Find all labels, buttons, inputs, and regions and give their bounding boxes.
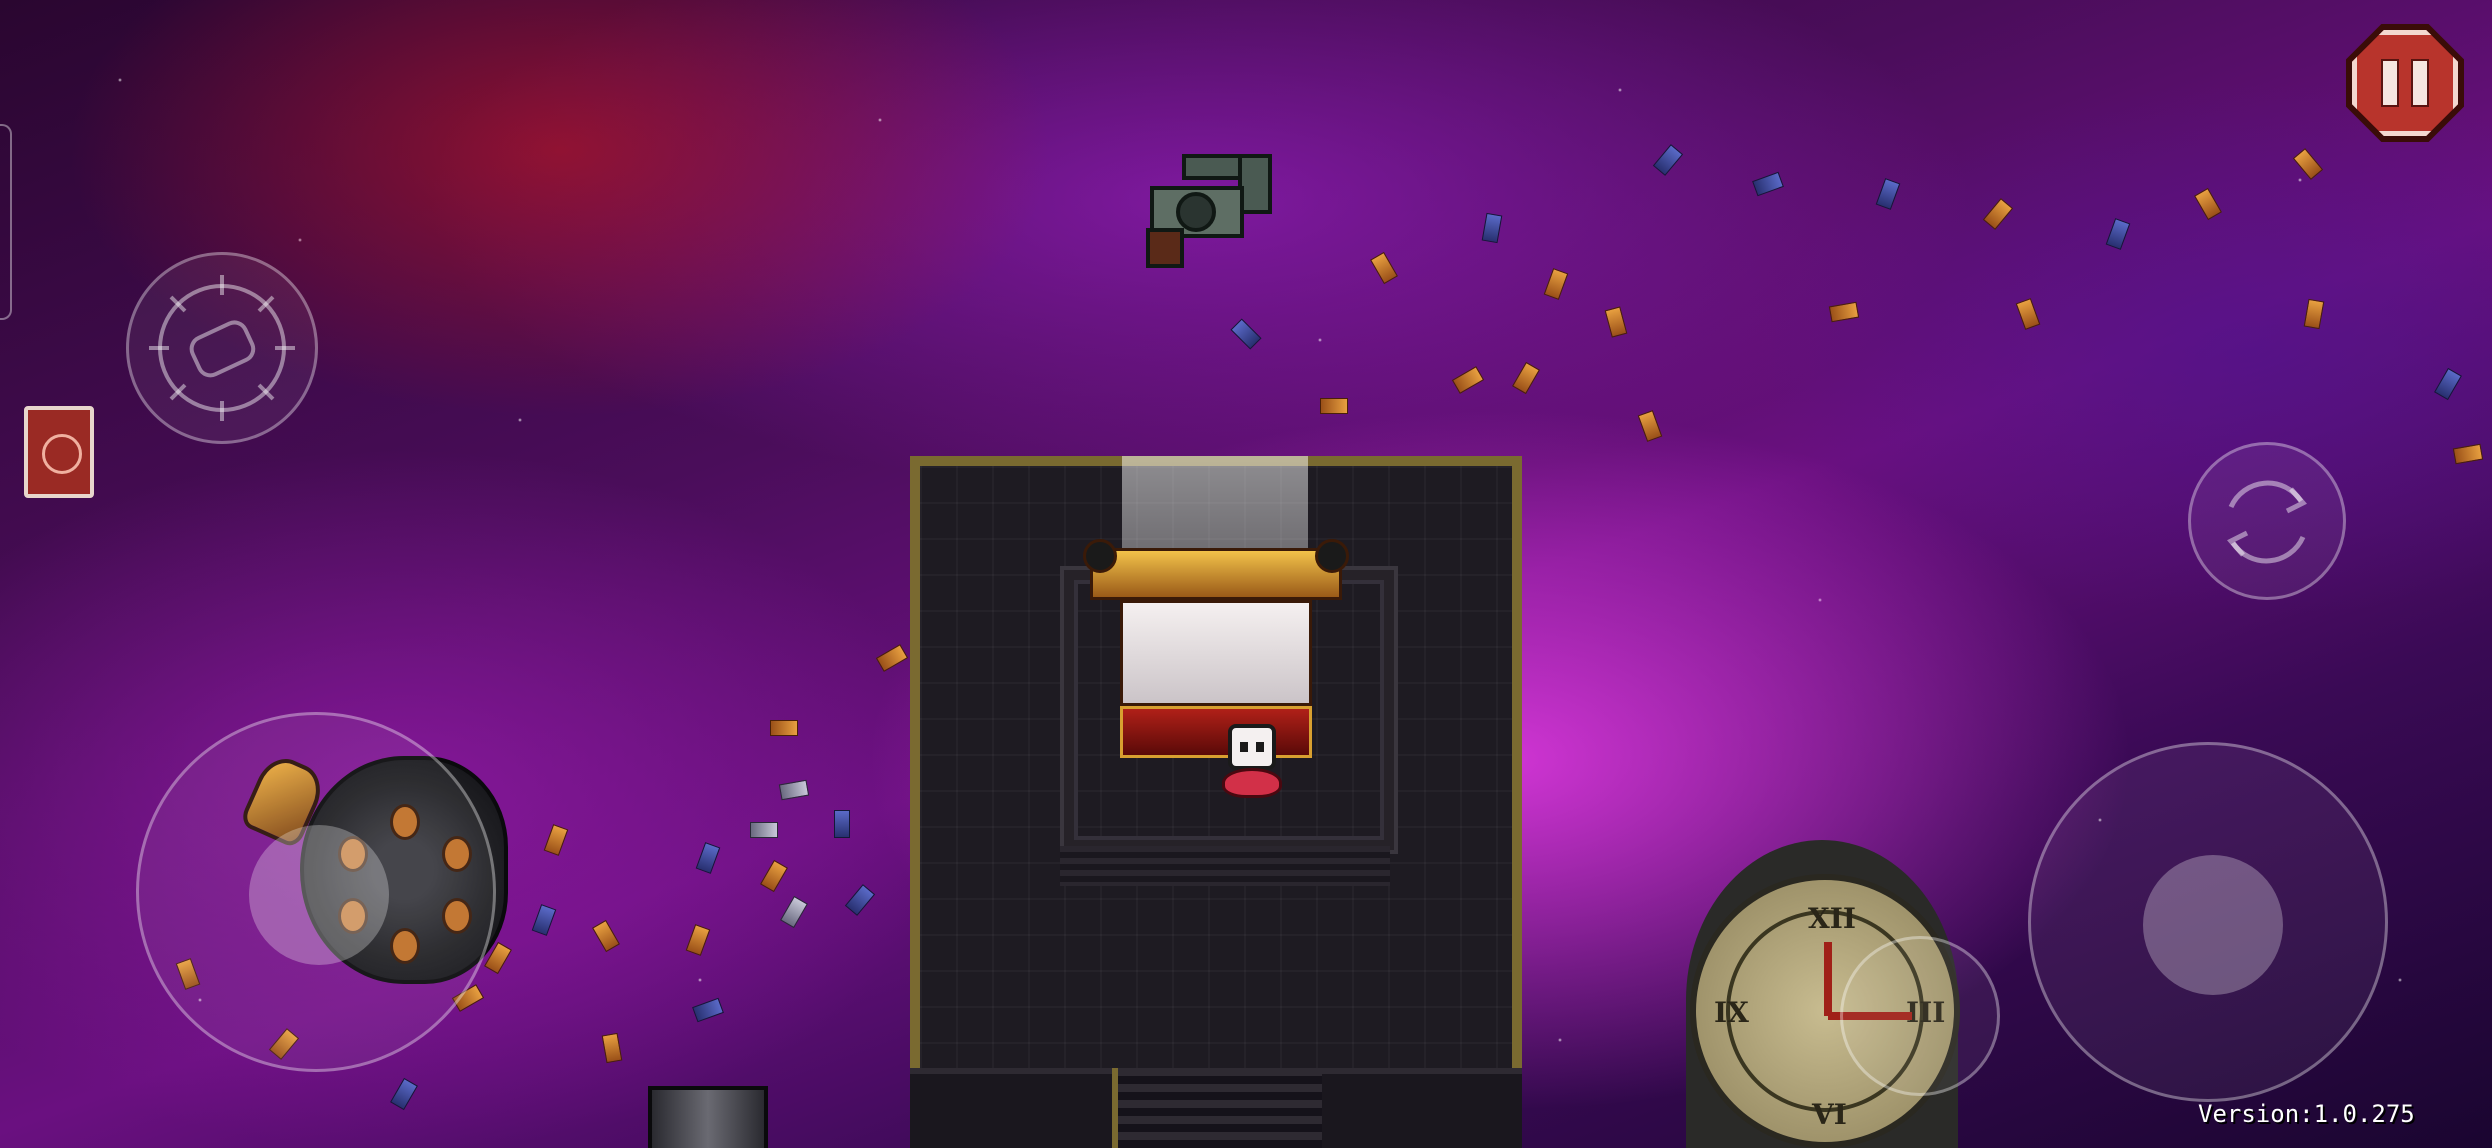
blank-bullet-icon — [149, 275, 295, 421]
move-joystick-knob[interactable] — [249, 825, 389, 965]
blank-bullet-button[interactable] — [126, 252, 318, 444]
platform-base-right — [1322, 1068, 1522, 1148]
ammonomicon-book-button[interactable] — [24, 406, 94, 498]
reload-button[interactable] — [2188, 442, 2346, 600]
revolver-gun-icon[interactable] — [1144, 152, 1278, 272]
reload-icon — [2227, 480, 2307, 564]
active-item-button[interactable] — [1840, 936, 2000, 1096]
version-label: Version:1.0.275 — [2198, 1100, 2415, 1128]
platform-base-left — [910, 1068, 1112, 1148]
ammonomicon-book-icon — [42, 434, 82, 474]
shell-debris — [750, 822, 778, 838]
pause-icon — [2381, 59, 2399, 107]
shrine-top — [1083, 539, 1349, 600]
platform-stairs — [1112, 1068, 1328, 1148]
shrine[interactable] — [1083, 539, 1349, 768]
shell-debris — [834, 810, 850, 838]
clock-numeral-6: VI — [1812, 1098, 1847, 1131]
pause-icon — [2411, 59, 2429, 107]
clock-numeral-12: XII — [1808, 902, 1856, 935]
aim-joystick-knob[interactable] — [2143, 855, 2283, 995]
edge-menu-tab[interactable] — [0, 124, 12, 320]
move-joystick[interactable] — [136, 712, 496, 1072]
clock-hour-hand — [1824, 942, 1832, 1016]
clock-numeral-9: IX — [1714, 996, 1749, 1029]
shrine-glass — [1120, 600, 1312, 706]
altar-step — [1060, 846, 1390, 886]
player-head — [1228, 724, 1276, 770]
game-scene: XII III IX VI Version:1.0.275 — [0, 0, 2492, 1148]
shell-debris — [1320, 398, 1348, 414]
aim-joystick[interactable] — [2028, 742, 2388, 1102]
player-body — [1222, 768, 1282, 798]
shell-debris — [770, 720, 798, 736]
player-character — [1222, 724, 1282, 802]
pipe-object — [648, 1086, 768, 1148]
shrine-base — [1120, 706, 1312, 758]
